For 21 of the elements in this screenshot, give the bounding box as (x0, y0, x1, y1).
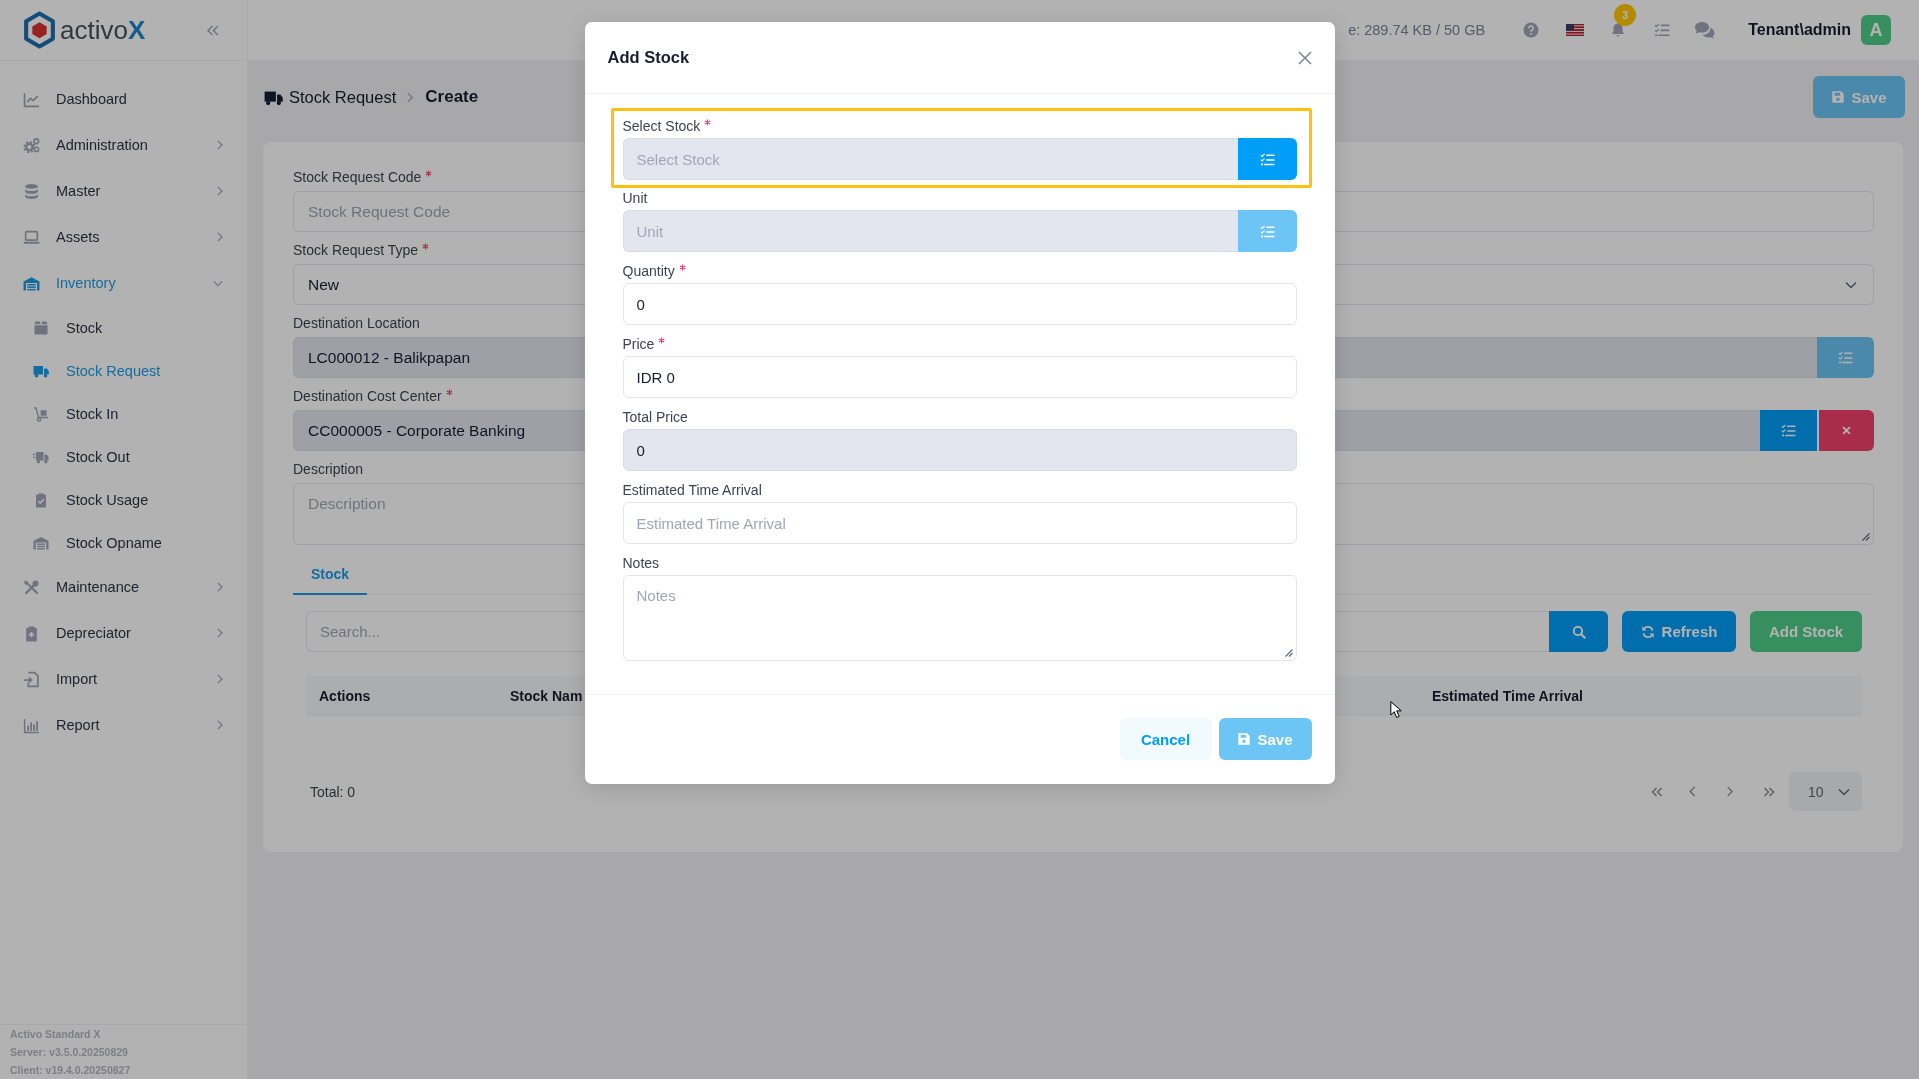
column-header: Actions (319, 687, 372, 704)
field-label: Total Price (622, 408, 688, 426)
field-label: Price (622, 335, 655, 353)
field-label: Estimated Time Arrival (622, 481, 762, 499)
breadcrumb-item: Create (425, 87, 479, 107)
field-label: Notes (622, 554, 660, 572)
field-label: Destination Cost Center (293, 387, 442, 405)
field-label: Stock Request Code (293, 168, 422, 186)
field-label: Destination Location (293, 314, 420, 332)
logo-wordmark: activoX (60, 17, 146, 43)
column-header: Estimated Time Arrival (1432, 687, 1584, 704)
field-label: Select Stock (622, 117, 701, 135)
notification-badge: 3 (1614, 4, 1637, 26)
field-label: Stock Request Type (293, 241, 419, 259)
field-label: Description (293, 460, 364, 478)
column-header: Stock Nam (510, 687, 584, 704)
field-label: Quantity (622, 262, 675, 280)
dialog-title: Add Stock (607, 48, 690, 67)
storage-usage-text: e: 289.74 KB / 50 GB (1348, 22, 1486, 38)
field-label: Unit (622, 189, 648, 207)
total-count-text: Total: 0 (310, 783, 356, 800)
